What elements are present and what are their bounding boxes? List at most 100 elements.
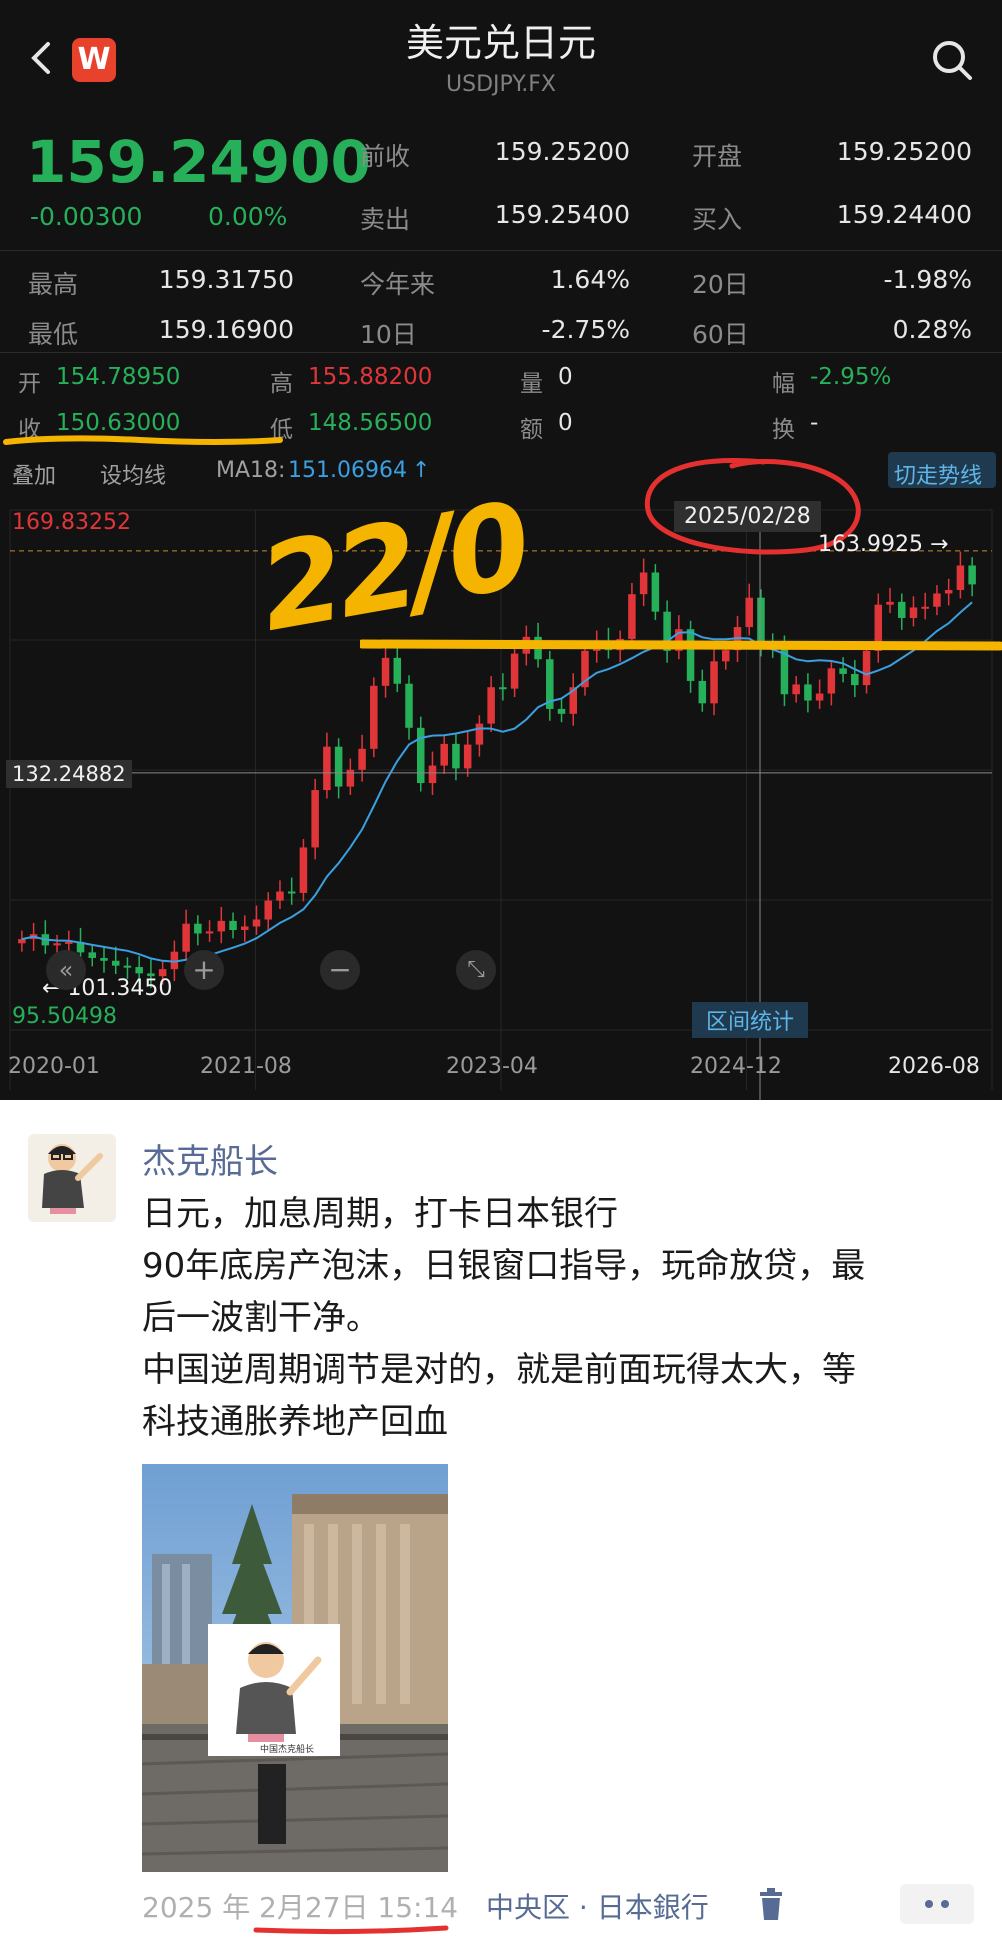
minus-icon: − — [328, 953, 352, 986]
candle-body — [18, 939, 26, 944]
candle-body — [287, 891, 296, 894]
ma-value: 151.06964 — [288, 458, 407, 483]
candle-body — [827, 668, 836, 694]
more-button[interactable] — [900, 1884, 974, 1924]
search-button[interactable] — [930, 38, 976, 84]
candle-body — [100, 957, 108, 961]
candle-body — [252, 919, 261, 927]
post-line: 90年底房产泡沫，日银窗口指导，玩命放贷，最 — [142, 1246, 866, 1286]
candle-body — [111, 960, 120, 966]
candle-body — [264, 900, 272, 920]
time-underline-annotation — [253, 1925, 449, 1935]
candle-body — [229, 920, 237, 930]
candle-open-value: 154.78950 — [56, 364, 181, 390]
divider — [0, 250, 1002, 251]
open-label: 开盘 — [692, 142, 743, 171]
candle-high-label: 高 — [270, 371, 293, 397]
candle-body — [311, 790, 319, 848]
x-tick-label: 2023-04 — [446, 1054, 538, 1079]
candle-body — [217, 920, 226, 932]
sell-label: 卖出 — [360, 205, 411, 234]
resistance-line-annotation — [360, 639, 1002, 651]
candle-body — [639, 572, 648, 595]
high-label: 最高 — [28, 270, 79, 299]
photo-scene — [142, 1464, 448, 1872]
overlay-button[interactable]: 叠加 — [12, 458, 56, 490]
candle-body — [475, 723, 484, 745]
candle-body — [651, 572, 660, 612]
candle-body — [182, 923, 190, 952]
post-photo[interactable]: 中国杰克船长 — [142, 1464, 448, 1872]
plus-icon: + — [192, 953, 216, 986]
candle-body — [745, 597, 753, 628]
d10-label: 10日 — [360, 320, 417, 349]
x-tick-label: 2024-12 — [690, 1054, 782, 1079]
candle-body — [405, 683, 413, 728]
candle-body — [921, 606, 929, 609]
candle-body — [358, 748, 366, 770]
d60-value: 0.28% — [892, 315, 972, 344]
candle-body — [792, 684, 800, 695]
candle-body — [370, 685, 378, 749]
ma-arrow: ↑ — [412, 458, 431, 483]
candle-body — [393, 657, 402, 684]
low-value: 159.16900 — [158, 315, 294, 344]
price-change: -0.00300 — [30, 202, 143, 231]
candle-body — [510, 653, 519, 689]
d60-label: 60日 — [692, 320, 749, 349]
x-tick-label: 2021-08 — [200, 1054, 292, 1079]
price-change-pct: 0.00% — [208, 202, 288, 231]
more-icon — [925, 1900, 949, 1908]
candle-body — [123, 965, 132, 968]
expand-icon: ⤡ — [467, 957, 485, 982]
ytd-label: 今年来 — [360, 270, 436, 299]
rewind-button[interactable]: « — [46, 950, 86, 990]
d20-value: -1.98% — [883, 265, 972, 294]
candle-body — [381, 657, 390, 686]
candle-turnover-value: - — [810, 410, 819, 436]
y-max-label: 169.83252 — [12, 510, 131, 535]
candle-body — [299, 847, 308, 893]
candle-high-value: 155.88200 — [308, 364, 433, 390]
candle-body — [698, 680, 707, 704]
max-marker-value: 163.9925 — [818, 532, 923, 557]
y-min-label: 95.50498 — [12, 1004, 117, 1029]
candle-turnover-label: 换 — [772, 417, 795, 443]
post-line: 后一波割干净。 — [142, 1298, 380, 1338]
candle-body — [346, 769, 355, 787]
set-ma-button[interactable]: 设均线 — [100, 458, 166, 490]
photo-caption: 中国杰克船长 — [260, 1745, 315, 1755]
candle-body — [323, 746, 331, 791]
d10-value: -2.75% — [541, 315, 630, 344]
period-stats-label: 区间统计 — [706, 1010, 795, 1035]
candle-body — [463, 744, 472, 769]
post-line: 科技通胀养地产回血 — [142, 1402, 448, 1442]
post-author[interactable]: 杰克船长 — [142, 1134, 278, 1183]
post-time: 2025 年 2月27日 15:14 — [142, 1891, 459, 1924]
post-location[interactable]: 中央区 · 日本銀行 — [486, 1886, 709, 1926]
high-value: 159.31750 — [158, 265, 294, 294]
candle-vol-value: 0 — [558, 364, 573, 390]
candle-low-value: 148.56500 — [308, 410, 433, 436]
d20-label: 20日 — [692, 270, 749, 299]
candle-body — [944, 589, 953, 594]
candle-body — [428, 765, 437, 784]
zoom-out-button[interactable]: − — [320, 950, 360, 990]
current-price: 159.24900 — [26, 128, 371, 196]
avatar-illustration — [42, 1144, 103, 1214]
delete-button[interactable] — [756, 1886, 786, 1922]
period-stats-button[interactable]: 区间统计 — [692, 1002, 809, 1038]
candle-body — [956, 565, 965, 590]
candle-body — [205, 931, 214, 934]
candle-body — [968, 565, 976, 585]
zoom-in-button[interactable]: + — [184, 950, 224, 990]
candle-body — [851, 673, 859, 686]
x-tick-label: 2020-01 — [8, 1054, 100, 1079]
prev-close-value: 159.25200 — [494, 137, 630, 166]
expand-button[interactable]: ⤡ — [456, 950, 496, 990]
candle-open-label: 开 — [18, 371, 41, 397]
candle-vol-label: 量 — [520, 371, 543, 397]
candle-body — [499, 687, 507, 690]
avatar[interactable] — [28, 1134, 116, 1222]
switch-trend-button[interactable]: 切走势线 — [888, 452, 996, 489]
